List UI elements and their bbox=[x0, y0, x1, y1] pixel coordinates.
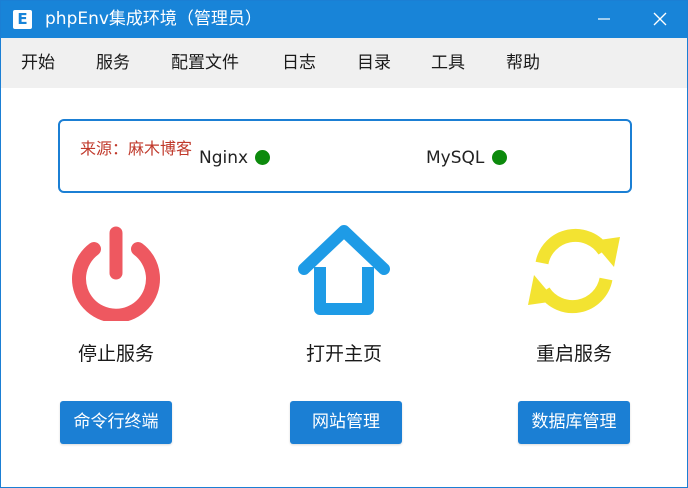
power-icon bbox=[72, 226, 160, 321]
terminal-button[interactable]: 命令行终端 bbox=[60, 401, 172, 444]
menu-item-logs[interactable]: 日志 bbox=[282, 53, 316, 73]
menu-item-tools[interactable]: 工具 bbox=[431, 53, 465, 73]
database-management-button[interactable]: 数据库管理 bbox=[518, 401, 630, 444]
stop-service-label: 停止服务 bbox=[77, 343, 154, 365]
menu-item-help[interactable]: 帮助 bbox=[506, 53, 540, 73]
title-bar[interactable]: E phpEnv集成环境（管理员） bbox=[1, 1, 687, 38]
stop-service-action[interactable]: 停止服务 bbox=[31, 221, 201, 371]
mysql-label: MySQL bbox=[426, 148, 485, 168]
refresh-icon bbox=[528, 228, 620, 314]
open-homepage-label: 打开主页 bbox=[305, 343, 382, 365]
window-title: phpEnv集成环境（管理员） bbox=[45, 9, 262, 29]
mysql-status-indicator bbox=[492, 150, 507, 165]
menu-item-directories[interactable]: 目录 bbox=[357, 53, 391, 73]
site-management-button[interactable]: 网站管理 bbox=[290, 401, 402, 444]
minimize-icon bbox=[598, 18, 610, 20]
close-button[interactable] bbox=[637, 1, 683, 38]
open-homepage-action[interactable]: 打开主页 bbox=[259, 221, 429, 371]
home-icon bbox=[298, 225, 390, 315]
menu-item-config-files[interactable]: 配置文件 bbox=[171, 53, 239, 73]
service-status-panel: 来源：麻木博客 Nginx MySQL bbox=[58, 119, 632, 193]
menu-bar: 开始 服务 配置文件 日志 目录 工具 帮助 bbox=[1, 38, 687, 88]
restart-service-label: 重启服务 bbox=[535, 343, 612, 365]
restart-service-action[interactable]: 重启服务 bbox=[489, 221, 659, 371]
menu-item-services[interactable]: 服务 bbox=[96, 53, 130, 73]
app-logo-icon: E bbox=[13, 10, 32, 29]
minimize-button[interactable] bbox=[581, 1, 627, 38]
close-icon bbox=[653, 12, 667, 26]
app-window: E phpEnv集成环境（管理员） 开始 服务 配置文件 日志 目录 工具 帮助… bbox=[0, 0, 688, 488]
nginx-label: Nginx bbox=[199, 148, 249, 168]
nginx-status-indicator bbox=[255, 150, 270, 165]
menu-item-start[interactable]: 开始 bbox=[21, 53, 55, 73]
watermark-text: 来源：麻木博客 bbox=[80, 139, 193, 158]
